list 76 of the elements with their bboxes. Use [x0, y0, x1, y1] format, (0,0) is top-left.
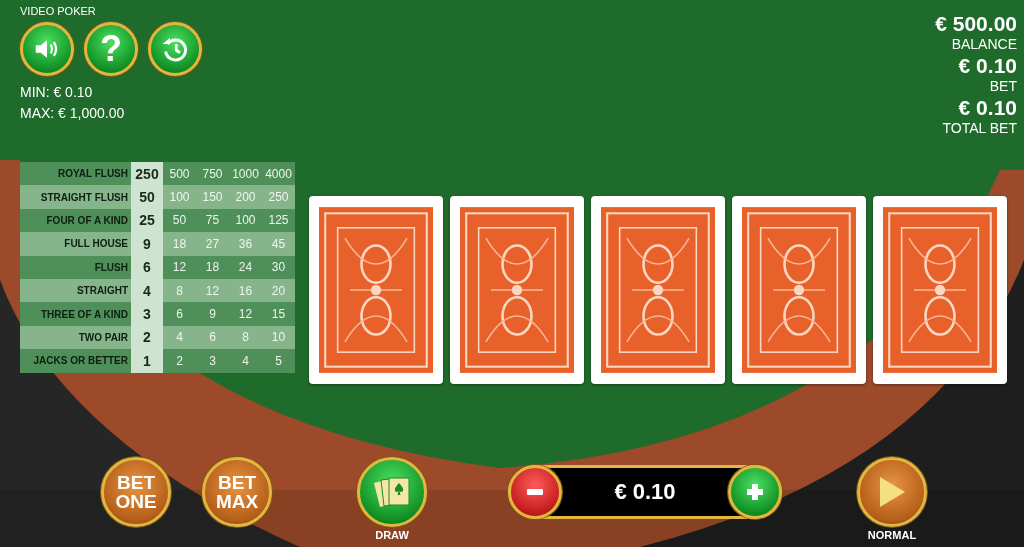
cards-icon	[372, 475, 412, 509]
amount-value: € 500.00	[935, 12, 1017, 35]
payout-cell: 1	[131, 349, 163, 373]
min-bet-label: MIN: € 0.10	[20, 83, 93, 102]
payout-cell-text: 12	[204, 282, 221, 300]
payout-cell-text: 6	[175, 306, 184, 324]
payout-cell-text: 18	[204, 259, 221, 277]
payout-cell: 6	[131, 255, 163, 279]
payout-cell-text: 15	[270, 306, 287, 324]
card-back[interactable]	[732, 196, 866, 384]
increase-button[interactable]	[728, 465, 782, 519]
play-icon	[877, 475, 907, 509]
payout-cell-text: 1000	[231, 165, 260, 183]
payout-cell-text: 9	[208, 306, 217, 324]
payout-cell-text: 12	[171, 259, 188, 277]
max-bet-label: MAX: € 1,000.00	[20, 104, 125, 123]
hand-name: FLUSH	[93, 260, 129, 275]
payout-cell-text: 4	[175, 329, 184, 347]
hand-name: FULL HOUSE	[63, 237, 129, 252]
payout-cell-text: 45	[270, 235, 287, 253]
payout-cell: 4	[131, 278, 163, 303]
stake-amount: € 0.10	[614, 479, 676, 505]
payout-cell-text: 100	[234, 212, 257, 230]
card-back[interactable]	[591, 196, 725, 384]
payout-cell-text: 4	[241, 352, 250, 370]
card-back[interactable]	[450, 196, 584, 384]
payout-cell: 9	[131, 232, 163, 256]
payout-cell: 3	[131, 302, 163, 326]
payout-cell: 50	[131, 185, 163, 209]
payout-cell-text: 4000	[264, 165, 293, 183]
speed-label: NORMAL	[867, 529, 917, 541]
hand-name: TWO PAIR	[77, 330, 129, 345]
payout-cell: 250	[131, 162, 163, 186]
payout-cell-text: 27	[204, 235, 221, 253]
payout-cell-text: 20	[270, 282, 287, 300]
decrease-button[interactable]	[508, 465, 562, 519]
payout-cell-text: 16	[237, 282, 254, 300]
payout-cell-text: 10	[270, 329, 287, 347]
payout-cell: 2	[131, 325, 163, 350]
payout-cell-text: 75	[204, 212, 221, 230]
hand-name: ROYAL FLUSH	[57, 167, 129, 182]
payout-cell-text: 36	[237, 235, 254, 253]
card-back[interactable]	[873, 196, 1007, 384]
amount-value: € 0.10	[958, 96, 1017, 119]
amount-label: TOTAL BET	[942, 119, 1017, 138]
payout-cell-text: 12	[237, 306, 254, 324]
payout-cell-text: 8	[241, 329, 250, 347]
hand-name: THREE OF A KIND	[39, 307, 129, 322]
hand-name: STRAIGHT	[75, 284, 129, 299]
payout-cell-text: 24	[237, 259, 254, 277]
payout-cell-text: 250	[267, 189, 290, 207]
payout-cell-text: 50	[171, 212, 188, 230]
hand-name: JACKS OR BETTER	[32, 354, 129, 369]
plus-icon	[745, 482, 765, 502]
amount-label: BALANCE	[951, 35, 1017, 54]
payout-cell: 25	[131, 208, 163, 233]
hand-name: STRAIGHT FLUSH	[39, 190, 129, 205]
payout-cell-text: 125	[267, 212, 290, 230]
payout-cell-text: 5	[274, 352, 283, 370]
hand-name: FOUR OF A KIND	[45, 213, 129, 228]
draw-label: DRAW	[375, 529, 409, 541]
amount-label: BET	[989, 77, 1017, 96]
payout-cell-text: 2	[175, 352, 184, 370]
payout-cell-text: 18	[171, 235, 188, 253]
payout-cell-text: 500	[168, 165, 191, 183]
payout-cell-text: 8	[175, 282, 184, 300]
game-title: VIDEO POKER	[20, 5, 96, 17]
payout-cell-text: 750	[201, 165, 224, 183]
payout-cell-text: 150	[201, 189, 224, 207]
payout-cell-text: 3	[208, 352, 217, 370]
payout-cell-text: 6	[208, 329, 217, 347]
card-back[interactable]	[309, 196, 443, 384]
payout-cell-text: 200	[234, 189, 257, 207]
payout-cell-text: 100	[168, 189, 191, 207]
payout-cell-text: 30	[270, 259, 287, 277]
amount-value: € 0.10	[958, 54, 1017, 77]
